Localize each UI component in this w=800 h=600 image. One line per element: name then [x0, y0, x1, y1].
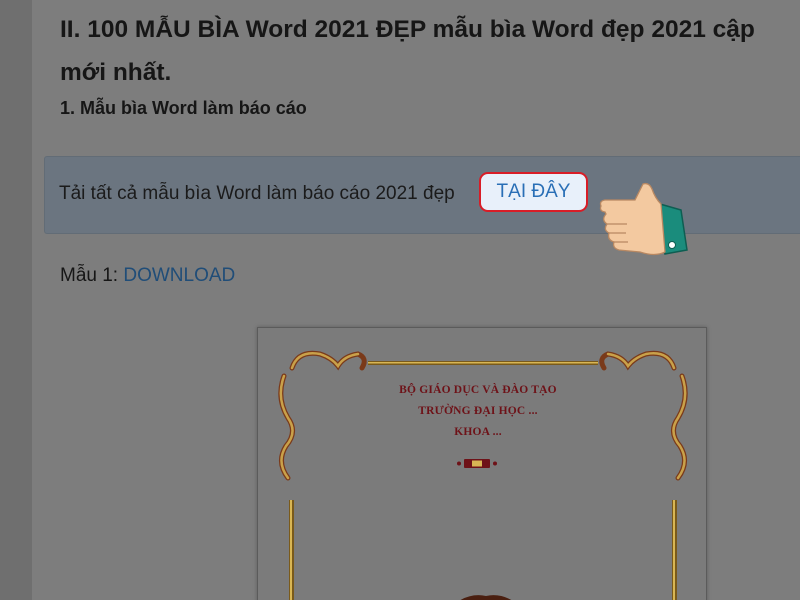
- download-prefix: Mẫu 1:: [60, 265, 124, 286]
- article-page: II. 100 MẪU BÌA Word 2021 ĐẸP mẫu bìa Wo…: [32, 0, 800, 600]
- pointing-hand-icon: [599, 182, 688, 256]
- download-link[interactable]: DOWNLOAD: [123, 265, 235, 286]
- book-icon: [457, 459, 497, 468]
- decorative-frame: [278, 350, 688, 600]
- cover-line-university: TRƯỜNG ĐẠI HỌC ...: [418, 405, 538, 417]
- download-row: Mẫu 1: DOWNLOAD: [60, 265, 235, 287]
- cover-line-faculty: KHOA ...: [454, 426, 502, 438]
- article-heading-line1: II. 100 MẪU BÌA Word 2021 ĐẸP mẫu bìa Wo…: [60, 16, 755, 43]
- cover-template-preview[interactable]: BỘ GIÁO DỤC VÀ ĐÀO TẠO TRƯỜNG ĐẠI HỌC ..…: [257, 327, 707, 600]
- article-heading-line2: mới nhất.: [60, 59, 172, 86]
- article-heading: II. 100 MẪU BÌA Word 2021 ĐẸP mẫu bìa Wo…: [60, 8, 800, 94]
- notice-text: Tải tất cả mẫu bìa Word làm báo cáo 2021…: [59, 183, 455, 204]
- section-subheading: 1. Mẫu bìa Word làm báo cáo: [60, 98, 307, 118]
- cover-line-ministry: BỘ GIÁO DỤC VÀ ĐÀO TẠO: [399, 384, 557, 396]
- download-all-link[interactable]: TẠI ĐÂY: [479, 172, 588, 212]
